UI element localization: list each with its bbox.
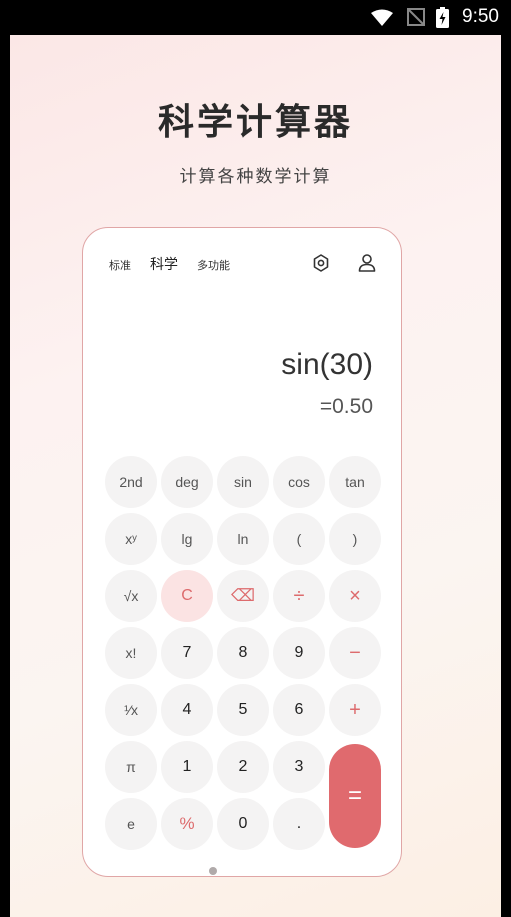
key-2nd[interactable]: 2nd xyxy=(105,456,157,508)
key-sqrt[interactable]: √x xyxy=(105,570,157,622)
key-deg[interactable]: deg xyxy=(161,456,213,508)
wifi-icon xyxy=(371,9,393,26)
key-power[interactable]: xʸ xyxy=(105,513,157,565)
key-sin[interactable]: sin xyxy=(217,456,269,508)
key-reciprocal[interactable]: ¹⁄x xyxy=(105,684,157,736)
key-6[interactable]: 6 xyxy=(273,684,325,736)
page-indicator-dot xyxy=(209,867,217,875)
battery-charging-icon xyxy=(436,7,449,28)
key-close-paren[interactable]: ) xyxy=(329,513,381,565)
status-bar: 9:50 xyxy=(0,0,511,35)
key-tan[interactable]: tan xyxy=(329,456,381,508)
app-store-screenshot: 科学计算器 计算各种数学计算 标准 科学 多功能 sin(30) =0.50 2… xyxy=(10,35,501,917)
no-signal-icon xyxy=(407,8,425,26)
settings-gear-icon[interactable] xyxy=(310,252,332,274)
key-9[interactable]: 9 xyxy=(273,627,325,679)
key-3[interactable]: 3 xyxy=(273,741,325,793)
user-profile-icon[interactable] xyxy=(356,252,378,274)
key-lg[interactable]: lg xyxy=(161,513,213,565)
key-multiply[interactable]: × xyxy=(329,570,381,622)
key-cos[interactable]: cos xyxy=(273,456,325,508)
key-5[interactable]: 5 xyxy=(217,684,269,736)
key-clear[interactable]: C xyxy=(161,570,213,622)
tab-multifunction[interactable]: 多功能 xyxy=(197,257,230,273)
tab-scientific[interactable]: 科学 xyxy=(150,254,178,274)
key-divide[interactable]: ÷ xyxy=(273,570,325,622)
key-plus[interactable]: + xyxy=(329,684,381,736)
key-1[interactable]: 1 xyxy=(161,741,213,793)
expression-display: sin(30) xyxy=(281,348,373,381)
key-percent[interactable]: % xyxy=(161,798,213,850)
key-2[interactable]: 2 xyxy=(217,741,269,793)
key-pi[interactable]: π xyxy=(105,741,157,793)
promo-title: 科学计算器 xyxy=(157,102,353,143)
key-0[interactable]: 0 xyxy=(217,798,269,850)
tab-standard[interactable]: 标准 xyxy=(109,257,131,273)
key-ln[interactable]: ln xyxy=(217,513,269,565)
key-backspace[interactable]: ⌫ xyxy=(217,570,269,622)
key-8[interactable]: 8 xyxy=(217,627,269,679)
result-display: =0.50 xyxy=(319,395,373,418)
promo-subtitle: 计算各种数学计算 xyxy=(179,167,332,187)
key-open-paren[interactable]: ( xyxy=(273,513,325,565)
key-e[interactable]: e xyxy=(105,798,157,850)
key-4[interactable]: 4 xyxy=(161,684,213,736)
key-minus[interactable]: − xyxy=(329,627,381,679)
key-equals[interactable]: = xyxy=(329,744,381,848)
mode-tabs: 标准 科学 多功能 xyxy=(109,254,249,274)
key-decimal[interactable]: . xyxy=(273,798,325,850)
key-7[interactable]: 7 xyxy=(161,627,213,679)
key-factorial[interactable]: x! xyxy=(105,627,157,679)
calculator-preview: 标准 科学 多功能 sin(30) =0.50 2nd deg sin cos … xyxy=(82,227,402,877)
clock-time: 9:50 xyxy=(462,6,499,27)
